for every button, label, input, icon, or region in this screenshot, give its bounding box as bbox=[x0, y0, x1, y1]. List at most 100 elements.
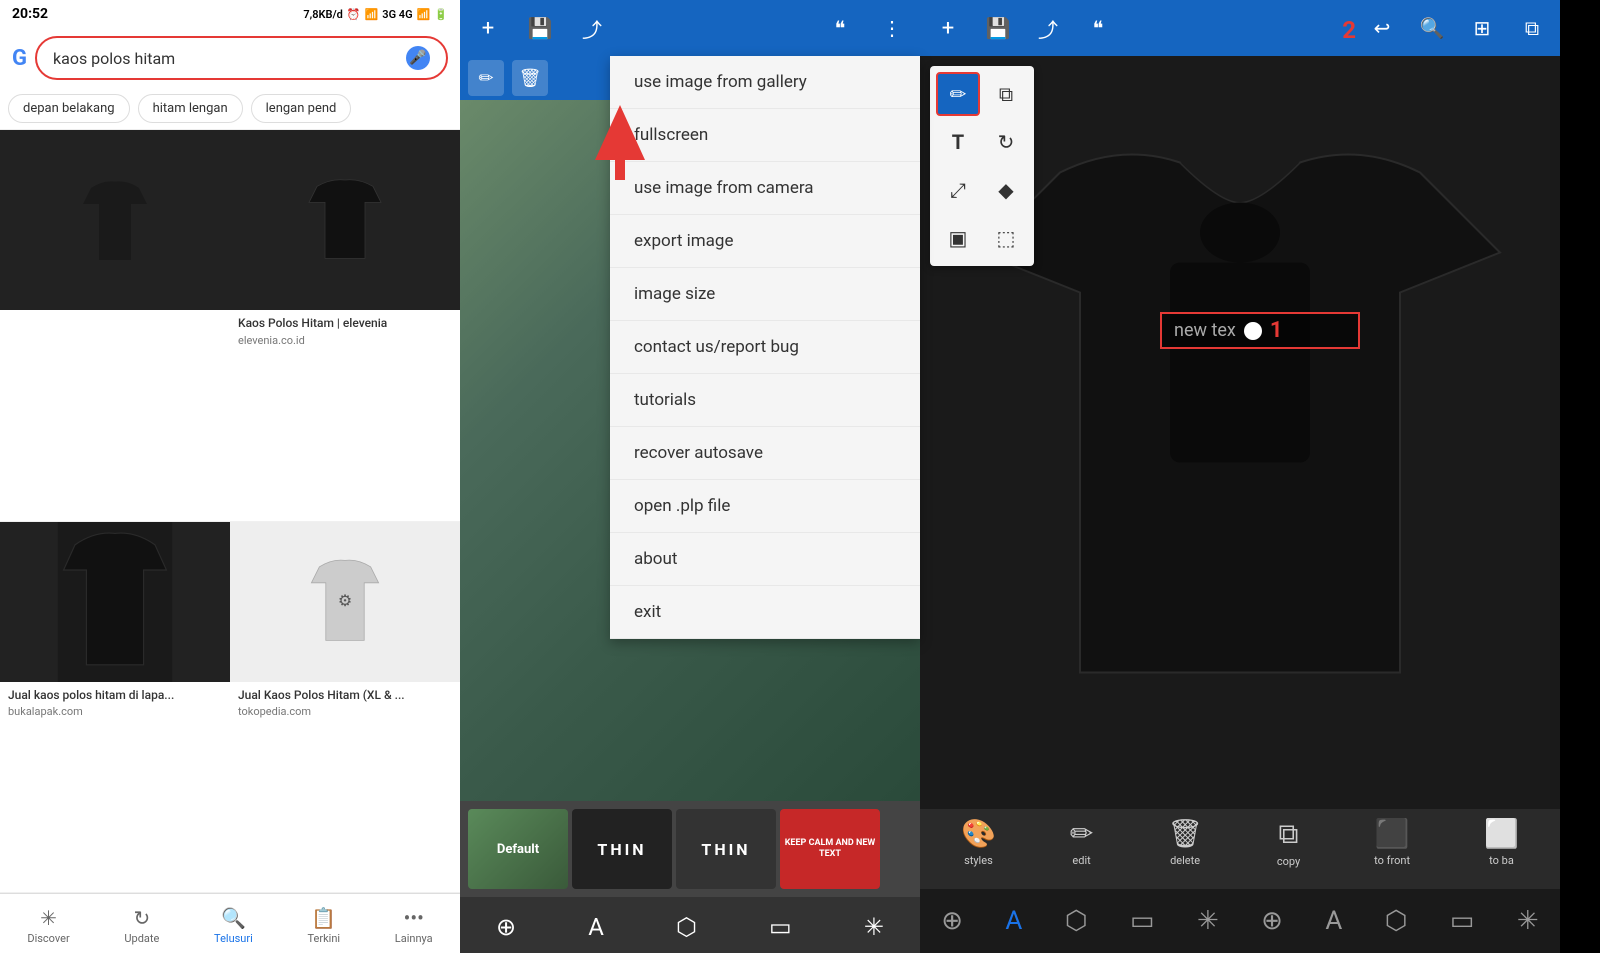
editor-toolbar: + 💾 ⤴ ❝ ⋮ bbox=[460, 0, 920, 56]
bottom-icon-10[interactable]: ✳ bbox=[1517, 906, 1539, 936]
action-edit[interactable]: ✏ edit bbox=[1070, 817, 1093, 867]
pencil-icon: ✏ bbox=[478, 68, 493, 89]
float-rotate-icon: ↻ bbox=[998, 130, 1015, 154]
menu-tutorials[interactable]: tutorials bbox=[610, 374, 920, 427]
tshirt-zoom-button[interactable]: 🔍 bbox=[1412, 8, 1452, 48]
chip-depan[interactable]: depan belakang bbox=[8, 94, 130, 123]
thumb-keepcalm-label: KEEP CALM AND NEW TEXT bbox=[784, 838, 876, 860]
float-pencil-button[interactable]: ✏ bbox=[936, 72, 980, 116]
bottom-icon-4[interactable]: ▭ bbox=[1130, 906, 1155, 936]
thumb-keepcalm[interactable]: KEEP CALM AND NEW TEXT bbox=[780, 809, 880, 889]
result-item-1[interactable] bbox=[0, 130, 230, 522]
bottom-tool-5[interactable]: ✳ bbox=[864, 913, 884, 941]
tshirt-add-button[interactable]: + bbox=[928, 8, 968, 48]
tshirt-quote-button[interactable]: ❝ bbox=[1078, 8, 1118, 48]
thumb-default-label: Default bbox=[497, 842, 539, 857]
bottom-icon-8[interactable]: ⬡ bbox=[1385, 906, 1408, 936]
action-copy[interactable]: ⧉ copy bbox=[1277, 817, 1300, 868]
more-icon: ••• bbox=[404, 906, 424, 930]
terkini-label: Terkini bbox=[307, 932, 340, 945]
delete-button[interactable]: 🗑 bbox=[512, 60, 548, 96]
filter-chips: depan belakang hitam lengan lengan pend bbox=[0, 88, 460, 130]
save-button[interactable]: 💾 bbox=[520, 8, 560, 48]
bottom-tool-4[interactable]: ▭ bbox=[769, 913, 792, 941]
text-box-number: 1 bbox=[1270, 318, 1283, 343]
float-fill-button[interactable]: ◆ bbox=[984, 168, 1028, 212]
tshirt-save-button[interactable]: 💾 bbox=[978, 8, 1018, 48]
quote-button[interactable]: ❝ bbox=[820, 8, 860, 48]
action-styles[interactable]: 🎨 styles bbox=[961, 817, 996, 867]
action-to-back[interactable]: ⬜ to ba bbox=[1484, 817, 1519, 867]
thumbnails-row: Default THIN THIN KEEP CALM AND NEW TEXT bbox=[460, 801, 920, 897]
float-text-button[interactable]: T bbox=[936, 120, 980, 164]
discover-label: Discover bbox=[27, 932, 69, 945]
bottom-tool-3[interactable]: ⬡ bbox=[676, 913, 697, 941]
menu-export[interactable]: export image bbox=[610, 215, 920, 268]
bottom-icon-1[interactable]: ⊕ bbox=[941, 906, 963, 936]
menu-use-camera[interactable]: use image from camera bbox=[610, 162, 920, 215]
action-to-front[interactable]: ⬛ to front bbox=[1374, 817, 1410, 867]
float-copy-button[interactable]: ⧉ bbox=[984, 72, 1028, 116]
menu-about[interactable]: about bbox=[610, 533, 920, 586]
tshirt-canvas[interactable]: ✏ ⧉ T ↻ ⤢ ◆ bbox=[920, 56, 1560, 809]
thumb-thin-1[interactable]: THIN bbox=[572, 809, 672, 889]
google-logo: G bbox=[12, 46, 27, 71]
search-input-box[interactable]: kaos polos hitam 🎤 bbox=[35, 36, 448, 80]
tshirt-grid-button[interactable]: ⊞ bbox=[1462, 8, 1502, 48]
search-panel: 20:52 7,8KB/d ⏰ 📶 3G 4G 📶 🔋 G kaos polos… bbox=[0, 0, 460, 953]
chip-hitam[interactable]: hitam lengan bbox=[138, 94, 243, 123]
tshirt-quote-icon: ❝ bbox=[1093, 16, 1104, 40]
tshirt-share-button[interactable]: ⤴ bbox=[1028, 8, 1068, 48]
bottom-tool-1[interactable]: ⊕ bbox=[496, 913, 516, 941]
microphone-icon[interactable]: 🎤 bbox=[406, 46, 430, 70]
result-source-4: tokopedia.com bbox=[238, 705, 452, 718]
text-selection-box[interactable]: new tex 1 bbox=[1160, 312, 1360, 349]
bottom-icon-7[interactable]: A bbox=[1325, 906, 1342, 936]
result-item-4[interactable]: ⚙ Jual Kaos Polos Hitam (XL & ... tokope… bbox=[230, 522, 460, 894]
chip-lengan[interactable]: lengan pend bbox=[251, 94, 352, 123]
float-move-button[interactable]: ⤢ bbox=[936, 168, 980, 212]
menu-autosave[interactable]: recover autosave bbox=[610, 427, 920, 480]
bottom-icon-6[interactable]: ⊕ bbox=[1261, 906, 1283, 936]
float-rotate-button[interactable]: ↻ bbox=[984, 120, 1028, 164]
bottom-icon-3[interactable]: ⬡ bbox=[1065, 906, 1088, 936]
tshirt-layers-button[interactable]: ⧉ bbox=[1512, 8, 1552, 48]
bottom-icon-9[interactable]: ▭ bbox=[1450, 906, 1475, 936]
status-right: 7,8KB/d ⏰ 📶 3G 4G 📶 🔋 bbox=[303, 8, 448, 21]
bottom-icon-2-text[interactable]: A bbox=[1005, 906, 1022, 936]
menu-image-size[interactable]: image size bbox=[610, 268, 920, 321]
bottom-icon-5[interactable]: ✳ bbox=[1197, 906, 1219, 936]
menu-exit[interactable]: exit bbox=[610, 586, 920, 639]
thumb-thin-2[interactable]: THIN bbox=[676, 809, 776, 889]
result-item-3[interactable]: Jual kaos polos hitam di lapa... bukalap… bbox=[0, 522, 230, 894]
menu-use-gallery[interactable]: use image from gallery bbox=[610, 56, 920, 109]
time-display: 20:52 bbox=[12, 6, 48, 22]
float-select-button[interactable]: ⬚ bbox=[984, 216, 1028, 260]
result-image-3 bbox=[0, 522, 230, 682]
nav-terkini[interactable]: 📋 Terkini bbox=[299, 902, 348, 949]
discover-icon: ✳ bbox=[40, 906, 57, 930]
copy-label: copy bbox=[1277, 855, 1300, 868]
menu-contact[interactable]: contact us/report bug bbox=[610, 321, 920, 374]
nav-telusuri[interactable]: 🔍 Telusuri bbox=[206, 902, 261, 949]
more-button[interactable]: ⋮ bbox=[872, 8, 912, 48]
result-item-2[interactable]: Kaos Polos Hitam | elevenia elevenia.co.… bbox=[230, 130, 460, 522]
thumb-default[interactable]: Default bbox=[468, 809, 568, 889]
thumb-thin-1-label: THIN bbox=[597, 840, 646, 859]
float-frame-button[interactable]: ▣ bbox=[936, 216, 980, 260]
menu-fullscreen[interactable]: fullscreen bbox=[610, 109, 920, 162]
nav-update[interactable]: ↻ Update bbox=[116, 902, 167, 949]
menu-arrow-indicator bbox=[590, 100, 650, 184]
wifi-icon: 📶 bbox=[417, 8, 431, 21]
nav-discover[interactable]: ✳ Discover bbox=[19, 902, 77, 949]
action-delete[interactable]: 🗑 delete bbox=[1167, 817, 1203, 867]
menu-open-plp[interactable]: open .plp file bbox=[610, 480, 920, 533]
nav-lainnya[interactable]: ••• Lainnya bbox=[387, 902, 441, 949]
tshirt-undo-button[interactable]: ↩ bbox=[1362, 8, 1402, 48]
bottom-tool-2[interactable]: A bbox=[588, 913, 604, 941]
share-button[interactable]: ⤴ bbox=[572, 8, 612, 48]
delete-label: delete bbox=[1170, 854, 1200, 867]
add-button[interactable]: + bbox=[468, 8, 508, 48]
float-text-icon: T bbox=[952, 130, 964, 154]
pencil-button[interactable]: ✏ bbox=[468, 60, 504, 96]
